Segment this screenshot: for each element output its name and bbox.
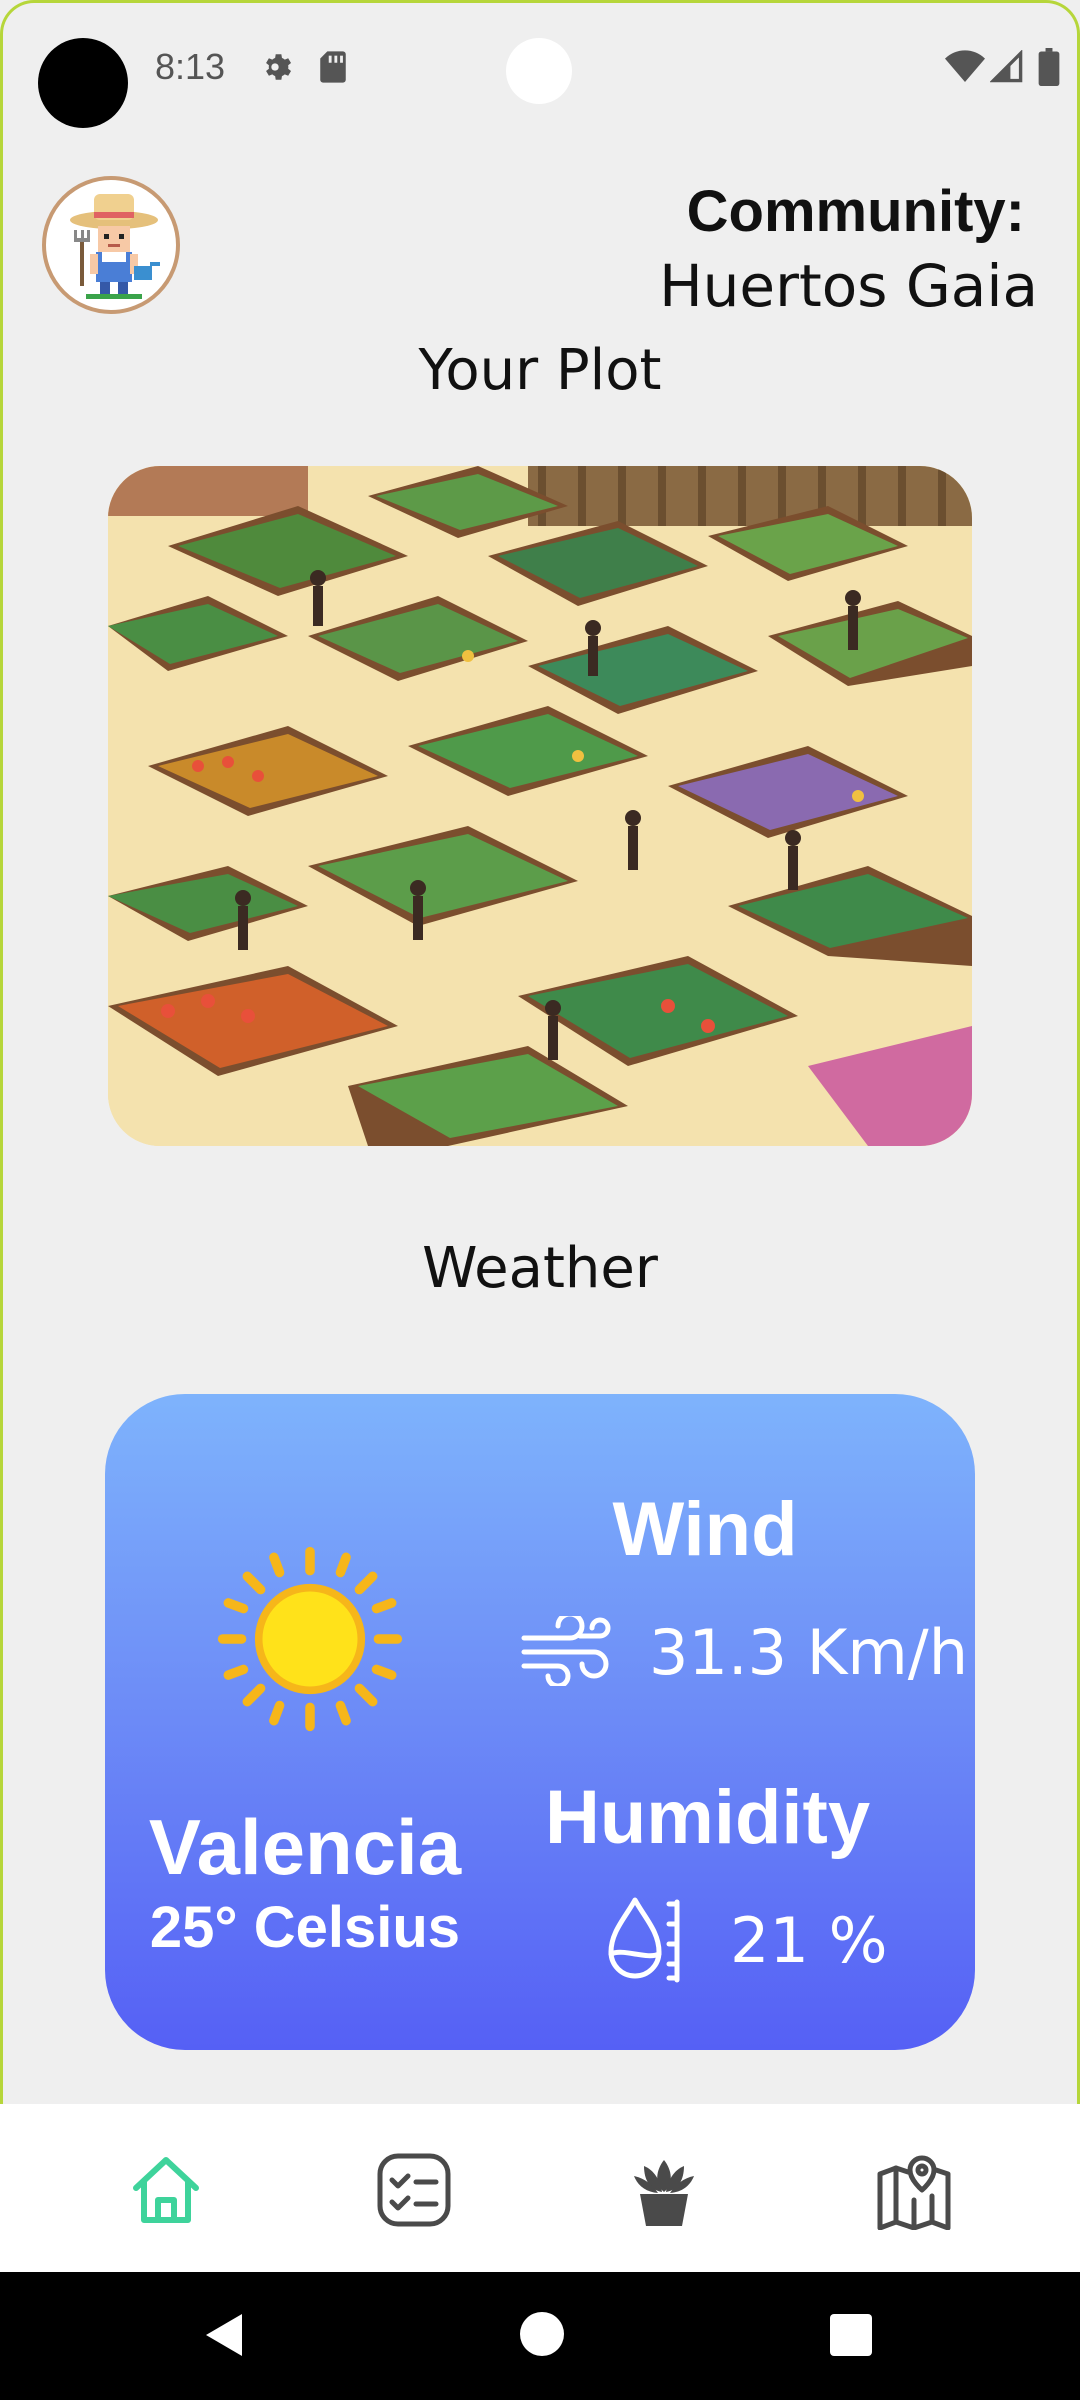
community-name: Huertos Gaia [659,252,1038,320]
bottom-navigation [0,2104,1080,2272]
weather-card: Valencia 25° Celsius Wind 31.3 Km/h Humi… [105,1394,975,2050]
plot-section-title: Your Plot [418,338,662,403]
sd-card-icon [320,51,346,83]
checklist-icon[interactable] [374,2150,454,2230]
status-bar: 8:13 [0,0,1080,140]
sun-icon [217,1546,403,1732]
gear-icon [266,54,292,80]
home-circle-icon[interactable] [520,2312,564,2356]
signal-icon [990,50,1023,83]
community-label: Community: [686,179,1025,244]
wind-icon [521,1616,611,1686]
recents-icon[interactable] [830,2314,872,2356]
status-time: 8:13 [155,46,226,87]
user-avatar[interactable] [42,176,180,314]
wind-label: Wind [612,1487,798,1572]
plot-image[interactable] [108,466,972,1146]
map-icon[interactable] [874,2150,954,2230]
wifi-icon [945,50,985,82]
back-icon[interactable] [200,2310,250,2360]
humidity-value: 21 % [730,1904,888,1977]
battery-icon [1038,48,1060,86]
weather-city: Valencia [148,1803,462,1891]
farmer-avatar-icon [70,194,160,299]
weather-section-title: Weather [422,1236,658,1301]
humidity-drop-icon [608,1897,680,1983]
plant-pot-icon[interactable] [624,2150,704,2230]
home-icon[interactable] [126,2150,206,2230]
wind-value: 31.3 Km/h [649,1616,968,1689]
garden-illustration [108,466,972,1146]
front-camera [506,38,572,104]
weather-temperature: 25° Celsius [149,1895,461,1960]
camera-cutout [38,38,128,128]
system-navigation-bar [0,2272,1080,2400]
humidity-label: Humidity [545,1775,871,1860]
